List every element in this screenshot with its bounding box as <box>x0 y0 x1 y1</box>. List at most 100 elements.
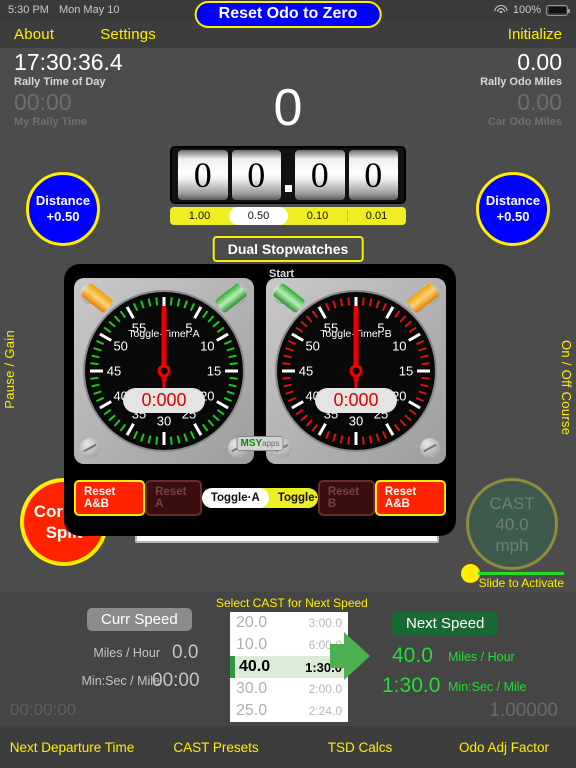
dual-stopwatch-panel: Start Toggle·Timer·A 5101520253035404550… <box>64 264 456 536</box>
toolbar-odo-adj-factor[interactable]: Odo Adj Factor <box>432 740 576 755</box>
reset-ab-right-button[interactable]: Reset A&B <box>374 480 446 516</box>
dial-number: 15 <box>206 363 222 379</box>
status-time: 5:30 PM <box>8 4 49 16</box>
dial-number: 45 <box>298 363 314 379</box>
dial-number: 50 <box>113 338 128 354</box>
odometer-digit[interactable]: 0 <box>295 150 345 200</box>
msyapps-logo: MSYapps <box>236 436 284 451</box>
timer-a-gauge[interactable]: Toggle·Timer·A 510152025303540455055 0:0… <box>74 278 254 464</box>
cast-picker-speed: 20.0 <box>236 614 268 631</box>
cast-circle-line2: 40.0 <box>495 514 529 534</box>
pace-value: 00:00 <box>152 670 200 691</box>
center-counter: 0 <box>273 79 303 137</box>
cast-picker-speed: 40.0 <box>239 658 271 675</box>
battery-percent: 100% <box>512 4 541 16</box>
mph-value: 0.0 <box>172 642 199 663</box>
odometer-decimal-point <box>283 150 293 200</box>
odo-adj-factor-value: 1.00000 <box>489 700 558 721</box>
status-date: Mon May 10 <box>58 4 120 16</box>
next-speed-pace-label: Min:Sec / Mile <box>448 680 527 694</box>
dial-number: 5 <box>185 320 193 336</box>
app-root: 5:30 PM Mon May 10 100% About Settings I… <box>0 0 576 768</box>
settings-button[interactable]: Settings <box>100 26 156 43</box>
dial-number: 45 <box>106 363 122 379</box>
reset-odo-to-zero-button[interactable]: Reset Odo to Zero <box>194 1 382 28</box>
on-off-course-label: On / Off Course <box>559 340 574 436</box>
odometer-digit[interactable]: 0 <box>178 150 228 200</box>
distance-right-line2: +0.50 <box>496 209 530 224</box>
timer-b-dial: Toggle·Timer·B 510152025303540455055 0:0… <box>277 292 435 450</box>
dial-number: 30 <box>156 413 172 429</box>
cast-picker-row[interactable]: 25.0 2:24.0 <box>230 700 348 722</box>
odometer-display[interactable]: 0 0 0 0 <box>170 146 406 204</box>
slider-track[interactable] <box>478 572 564 575</box>
cast-picker-row[interactable]: 20.0 3:00.0 <box>230 612 348 634</box>
pace-label: Min:Sec / Mile <box>81 674 161 688</box>
pause-gain-label: Pause / Gain <box>2 330 17 409</box>
timer-a-readout: 0:000 <box>123 388 205 413</box>
toolbar-tsd-calcs[interactable]: TSD Calcs <box>288 740 432 755</box>
timer-b-gauge[interactable]: Toggle·Timer·B 510152025303540455055 0:0… <box>266 278 446 464</box>
dial-number: 50 <box>305 338 320 354</box>
reset-b-button[interactable]: Reset B <box>317 480 375 516</box>
distance-right-line1: Distance <box>485 193 541 208</box>
increment-option-1[interactable]: 1.00 <box>170 207 229 225</box>
slide-to-activate-label: Slide to Activate <box>478 576 564 590</box>
rally-time-value: 17:30:36.4 <box>14 49 123 75</box>
bottom-panel: Curr Speed Miles / Hour 0.0 Min:Sec / Mi… <box>0 592 576 726</box>
increment-option-2[interactable]: 0.50 <box>229 207 288 225</box>
cast-picker-time: 2:00.0 <box>308 682 342 696</box>
timer-b-readout: 0:000 <box>315 388 397 413</box>
msyapps-sub: apps <box>262 439 280 448</box>
increment-option-4[interactable]: 0.01 <box>347 207 406 225</box>
cast-picker-speed: 25.0 <box>236 702 268 719</box>
reset-ab-left-button[interactable]: Reset A&B <box>74 480 146 516</box>
cast-circle-line1: CAST <box>489 493 535 513</box>
distance-right-button[interactable]: Distance +0.50 <box>476 172 550 246</box>
toolbar-next-departure-time[interactable]: Next Departure Time <box>0 740 144 755</box>
cast-speed-circle[interactable]: CAST 40.0 mph <box>466 478 558 570</box>
dial-number: 5 <box>377 320 385 336</box>
distance-left-button[interactable]: Distance +0.50 <box>26 172 100 246</box>
increment-option-3[interactable]: 0.10 <box>288 207 347 225</box>
curr-speed-label: Curr Speed <box>87 608 192 631</box>
toggle-b-button[interactable]: Toggle·B <box>269 488 318 508</box>
odometer-digit[interactable]: 0 <box>348 150 398 200</box>
mph-label: Miles / Hour <box>93 646 160 660</box>
distance-left-line2: +0.50 <box>46 209 80 224</box>
next-speed-pace-value: 1:30.0 <box>382 674 441 697</box>
dual-stopwatches-label[interactable]: Dual Stopwatches <box>212 236 364 262</box>
toggle-a-button[interactable]: Toggle·A <box>201 488 269 508</box>
wifi-icon <box>494 5 508 15</box>
toolbar-cast-presets[interactable]: CAST Presets <box>144 740 288 755</box>
timer-a-dial: Toggle·Timer·A 510152025303540455055 0:0… <box>85 292 243 450</box>
next-speed-mph-label: Miles / Hour <box>448 650 515 664</box>
cast-picker-time: 3:00.0 <box>308 616 342 630</box>
about-button[interactable]: About <box>14 26 54 43</box>
odometer-digit[interactable]: 0 <box>231 150 281 200</box>
timer-b-hub <box>349 364 363 378</box>
msyapps-main: MSY <box>240 438 263 449</box>
elapsed-time: 00:00:00 <box>10 700 77 719</box>
reset-a-button[interactable]: Reset A <box>145 480 202 516</box>
bottom-toolbar: Next Departure Time CAST Presets TSD Cal… <box>0 726 576 768</box>
increment-segmented-control[interactable]: 1.00 0.50 0.10 0.01 <box>170 207 406 225</box>
timer-a-hub <box>157 364 171 378</box>
dial-number: 10 <box>392 338 407 354</box>
distance-left-line1: Distance <box>35 193 91 208</box>
cast-picker-row[interactable]: 30.0 2:00.0 <box>230 678 348 700</box>
cast-circle-line3: mph <box>495 535 529 555</box>
next-speed-mph-value: 40.0 <box>392 644 433 667</box>
dial-number: 55 <box>131 320 147 336</box>
initialize-button[interactable]: Initialize <box>508 26 562 43</box>
arrow-right-icon <box>344 632 370 680</box>
cast-picker-title: Select CAST for Next Speed <box>216 596 368 610</box>
stopwatch-button-row: Reset A&B Reset A Toggle·A Toggle·B Rese… <box>64 480 456 516</box>
next-speed-label: Next Speed <box>392 612 499 635</box>
cast-picker-speed: 10.0 <box>236 636 268 653</box>
dial-number: 15 <box>398 363 414 379</box>
rally-odo-value: 0.00 <box>517 49 562 75</box>
battery-icon <box>546 4 570 16</box>
toggle-ab-group[interactable]: Toggle·A Toggle·B <box>201 488 318 508</box>
cast-picker-speed: 30.0 <box>236 680 268 697</box>
